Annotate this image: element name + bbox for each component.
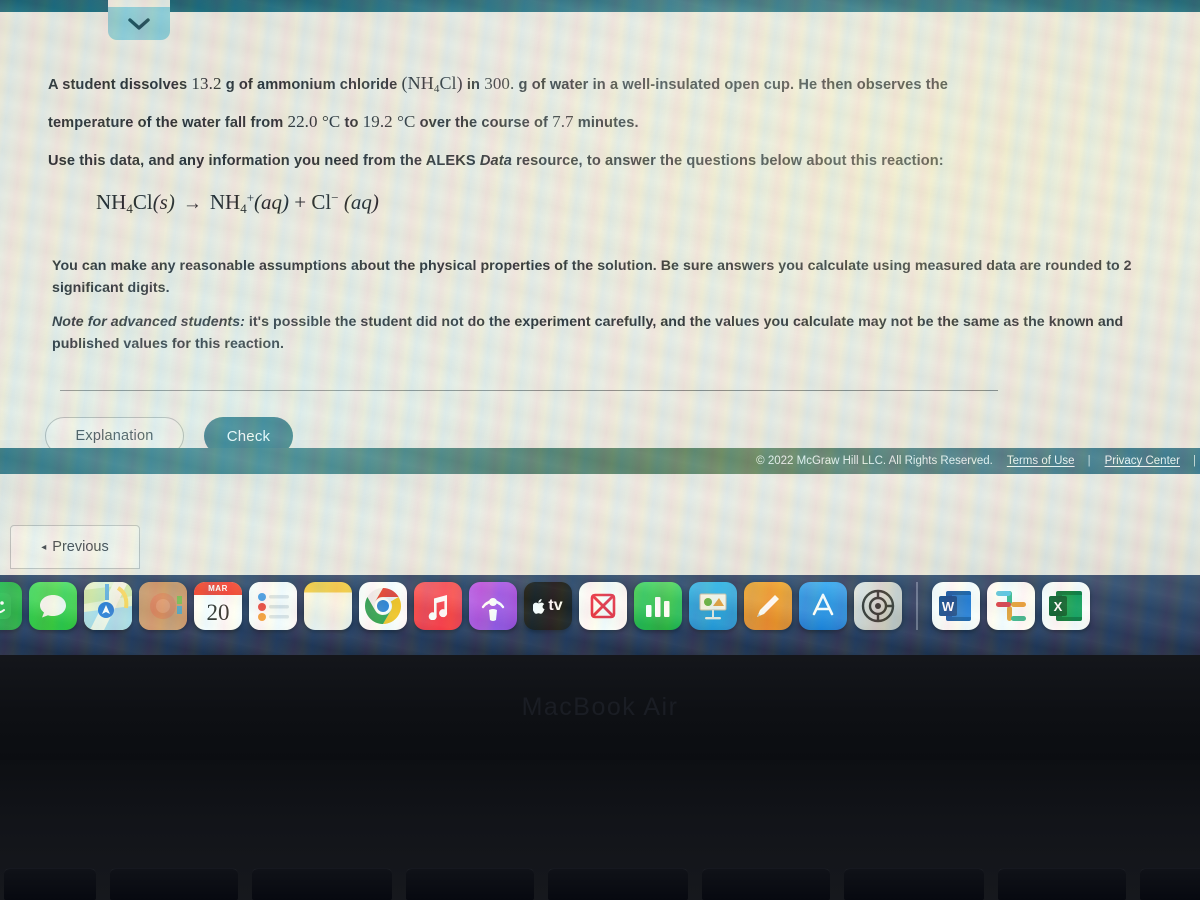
site-footer: © 2022 McGraw Hill LLC. All Rights Reser… [0, 448, 1200, 474]
temp-initial: 22.0 °C [287, 112, 341, 131]
assumptions-paragraph: You can make any reasonable assumptions … [52, 258, 1132, 296]
macos-dock: MAR 20 tv W X [0, 575, 1200, 655]
problem-text: g of ammonium chloride [221, 77, 402, 93]
chevron-down-icon [126, 16, 152, 32]
svg-text:W: W [941, 599, 954, 614]
apple-tv-label: tv [533, 597, 563, 615]
problem-line-2: temperature of the water fall from 22.0 … [48, 110, 639, 135]
problem-text: to [340, 115, 363, 131]
terms-of-use-link[interactable]: Terms of Use [1007, 455, 1075, 467]
chemical-equation: NH4Cl(s) → NH4+(aq) + Cl− (aq) [96, 190, 379, 217]
footer-separator: | [1087, 455, 1091, 467]
dock-icon-messages[interactable] [29, 582, 77, 630]
laptop-screen: A student dissolves 13.2 g of ammonium c… [0, 0, 1200, 655]
privacy-center-link[interactable]: Privacy Center [1105, 455, 1180, 467]
keyboard-key[interactable] [252, 868, 392, 900]
aleks-data-reference: Data [479, 153, 512, 169]
browser-top-strip-right [170, 0, 1200, 12]
dock-icon-news[interactable] [579, 582, 627, 630]
equation-product-chloride: Cl− (aq) [311, 190, 379, 214]
keyboard-key[interactable] [998, 868, 1126, 900]
tv-text: tv [548, 597, 563, 614]
screenshot-root: A student dissolves 13.2 g of ammonium c… [0, 0, 1200, 900]
equation-product-ammonium: NH4+(aq) [209, 190, 290, 216]
dock-icon-notes[interactable] [304, 582, 352, 630]
dock-icon-app-store[interactable] [799, 582, 847, 630]
advanced-note-paragraph: Note for advanced students: it's possibl… [52, 312, 1182, 355]
dock-app-list: MAR 20 tv W X [0, 582, 1090, 630]
dock-icon-calendar[interactable]: MAR 20 [194, 582, 242, 630]
keyboard-key[interactable] [110, 868, 238, 900]
dock-icon-microsoft-word[interactable]: W [931, 582, 980, 630]
dock-icon-maps[interactable] [84, 582, 132, 630]
problem-text: Use this data, and any information you n… [48, 153, 480, 169]
laptop-bezel: MacBook Air [0, 655, 1200, 760]
duration-value: 7.7 [552, 112, 574, 131]
dock-icon-microsoft-excel[interactable]: X [1041, 582, 1090, 630]
problem-text: g of water in a well-insulated open cup.… [514, 77, 948, 93]
calendar-day-label: 20 [206, 599, 230, 625]
dock-icon-reminders[interactable] [249, 582, 297, 630]
page-background-below-footer [0, 474, 1200, 575]
calendar-month-label: MAR [194, 582, 242, 595]
previous-label: Previous [52, 539, 109, 555]
keyboard-key[interactable] [4, 868, 96, 900]
content-divider [60, 390, 998, 391]
footer-separator-2: | [1193, 455, 1196, 467]
keyboard-key[interactable] [406, 868, 534, 900]
collapse-tab[interactable] [108, 7, 170, 40]
dock-icon-podcasts[interactable] [469, 582, 517, 630]
keyboard-key[interactable] [844, 868, 984, 900]
dock-icon-chrome[interactable] [359, 582, 407, 630]
problem-line-1: A student dissolves 13.2 g of ammonium c… [48, 70, 948, 98]
note-label: Note for advanced students: [52, 314, 245, 330]
svg-text:X: X [1053, 599, 1062, 614]
browser-top-strip-left [0, 0, 108, 12]
problem-text: in [462, 77, 485, 93]
previous-arrow-icon: ◂ [41, 541, 47, 553]
problem-text: minutes. [573, 115, 639, 131]
problem-text: A student dissolves [48, 77, 192, 93]
keyboard-key[interactable] [548, 868, 688, 900]
equation-plus: + [294, 190, 307, 214]
dock-icon-apple-tv[interactable]: tv [524, 582, 572, 630]
value-mass: 13.2 [191, 74, 222, 93]
dock-icon-photos[interactable] [139, 582, 187, 630]
copyright-text: © 2022 McGraw Hill LLC. All Rights Reser… [756, 455, 993, 467]
question-sheet: A student dissolves 13.2 g of ammonium c… [0, 12, 1200, 455]
dock-divider [916, 582, 918, 630]
dock-icon-finder[interactable] [0, 582, 22, 630]
formula-ammonium-chloride: (NH4Cl) [401, 73, 463, 95]
dock-icon-pages[interactable] [744, 582, 792, 630]
problem-text: resource, to answer the questions below … [511, 153, 944, 169]
keyboard-key[interactable] [702, 868, 830, 900]
reaction-arrow-icon: → [182, 193, 202, 214]
dock-icon-slack[interactable] [986, 582, 1035, 630]
previous-button[interactable]: ◂ Previous [10, 525, 140, 569]
dock-icon-keynote[interactable] [689, 582, 737, 630]
macbook-brand-label: MacBook Air [521, 693, 679, 721]
problem-text: over the course of [415, 115, 553, 131]
dock-icon-system-preferences[interactable] [854, 582, 902, 630]
dock-icon-numbers[interactable] [634, 582, 682, 630]
temp-final: 19.2 °C [362, 112, 416, 131]
value-water: 300. [484, 74, 515, 93]
keyboard-key[interactable] [1140, 868, 1200, 900]
problem-line-3: Use this data, and any information you n… [48, 151, 944, 172]
keyboard-row [0, 868, 1200, 900]
equation-reactant: NH4Cl(s) [96, 190, 175, 216]
dock-icon-music[interactable] [414, 582, 462, 630]
problem-text: temperature of the water fall from [48, 115, 288, 131]
